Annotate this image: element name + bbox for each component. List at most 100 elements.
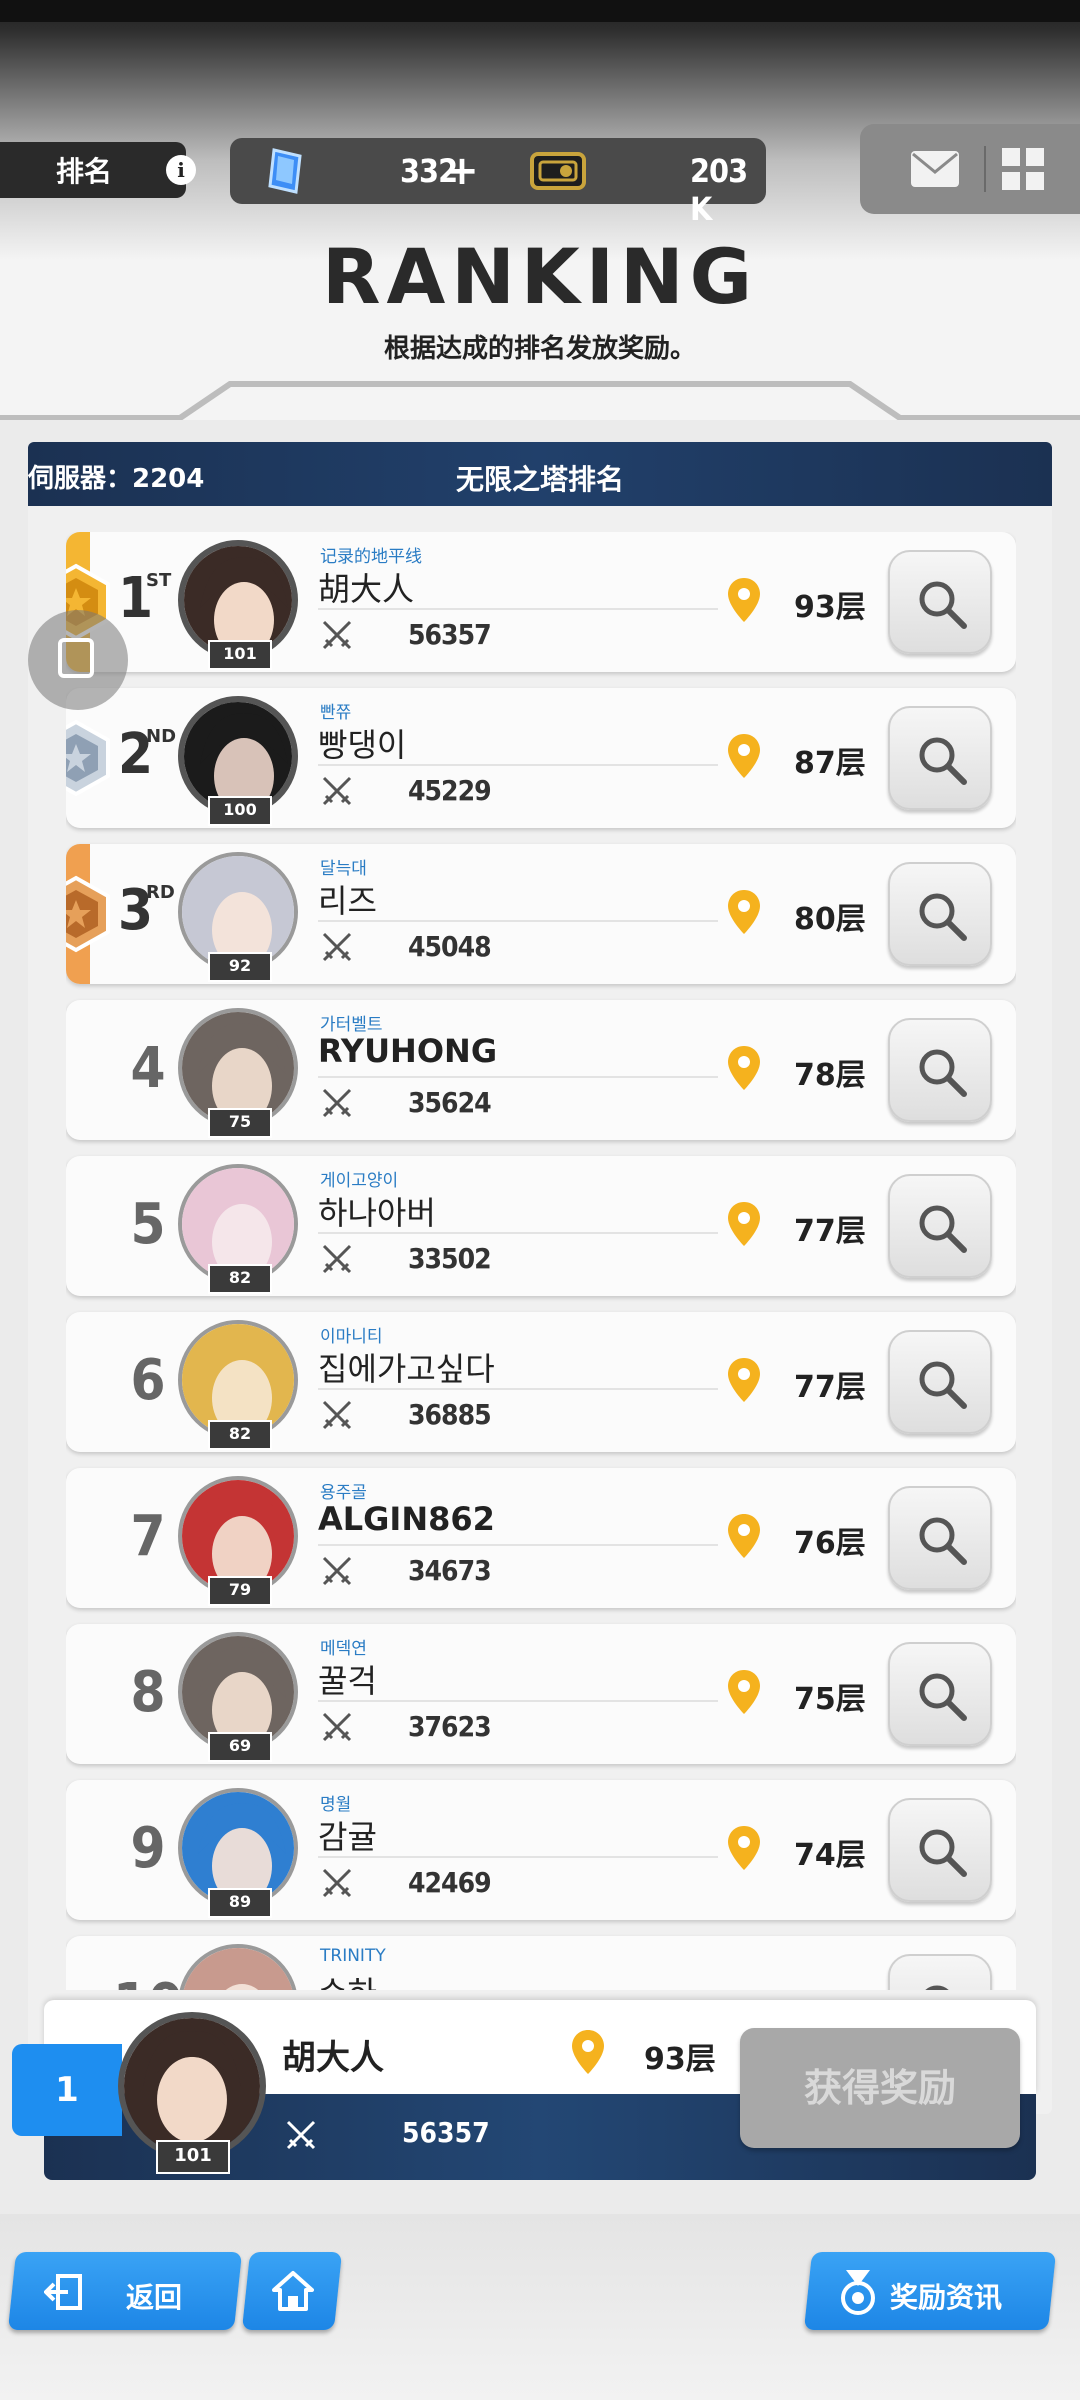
player-name: 꿀걱 xyxy=(318,1662,377,1700)
view-player-button[interactable] xyxy=(888,862,992,966)
rank-number: 5 xyxy=(130,1192,166,1257)
floor-reached: 77层 xyxy=(794,1370,866,1405)
crossed-swords-icon xyxy=(322,1088,352,1118)
ranking-list[interactable]: 1 ST 101 记录的地平线 胡大人 56357 93层 2 ND 100 빤쮸 빵댕이 45229 8… xyxy=(66,532,1016,1990)
location-pin-icon xyxy=(728,1046,760,1090)
rank-number: 9 xyxy=(130,1816,166,1881)
gold-amount: 203 K xyxy=(690,152,748,228)
rank-number: 6 xyxy=(130,1348,166,1413)
rank-number: 10 xyxy=(108,1972,188,1990)
floor-reached: 75层 xyxy=(794,1682,866,1717)
reward-info-label: 奖励资讯 xyxy=(890,2281,1003,2314)
location-pin-icon xyxy=(728,734,760,778)
floor-reached: 77层 xyxy=(794,1214,866,1249)
mail-icon[interactable] xyxy=(910,150,960,188)
divider xyxy=(318,1232,718,1234)
crossed-swords-icon xyxy=(286,2120,316,2150)
grid-icon[interactable] xyxy=(1002,148,1044,190)
level-badge: 69 xyxy=(208,1732,272,1762)
location-pin-icon xyxy=(572,2030,604,2074)
player-name: 집에가고싶다 xyxy=(318,1350,495,1388)
view-player-button[interactable] xyxy=(888,706,992,810)
view-player-button[interactable] xyxy=(888,1798,992,1902)
divider xyxy=(318,1856,718,1858)
level-badge: 82 xyxy=(208,1420,272,1450)
combat-power: 56357 xyxy=(408,618,492,651)
window-icon xyxy=(58,638,94,678)
ranking-row: 6 82 이마니티 집에가고싶다 36885 77层 xyxy=(66,1312,1016,1452)
divider xyxy=(318,1700,718,1702)
ranking-row: 4 75 가터벨트 RYUHONG 35624 78层 xyxy=(66,1000,1016,1140)
exit-icon xyxy=(44,2274,82,2310)
magnifier-icon xyxy=(919,581,967,629)
panel-header: 伺服器：2204 无限之塔排名 xyxy=(28,442,1052,506)
rank-suffix: RD xyxy=(146,882,175,903)
view-player-button[interactable] xyxy=(888,1486,992,1590)
crossed-swords-icon xyxy=(322,1712,352,1742)
crossed-swords-icon xyxy=(322,1868,352,1898)
crossed-swords-icon xyxy=(322,1556,352,1586)
page-title-tag: 排名 xyxy=(0,142,186,198)
page-title: 排名 xyxy=(56,155,113,188)
ranking-row: 3 RD 92 달늑대 리즈 45048 80层 xyxy=(66,844,1016,984)
divider xyxy=(318,920,718,922)
claim-reward-button[interactable]: 获得奖励 xyxy=(740,2028,1020,2148)
ranking-row: 5 82 게이고양이 하나아버 33502 77层 xyxy=(66,1156,1016,1296)
view-player-button[interactable] xyxy=(888,1642,992,1746)
location-pin-icon xyxy=(728,1826,760,1870)
ranking-row: 9 89 명월 감귤 42469 74层 xyxy=(66,1780,1016,1920)
level-badge: 92 xyxy=(208,952,272,982)
ranking-banner-title: RANKING xyxy=(321,232,759,321)
my-level-badge: 101 xyxy=(156,2140,230,2174)
combat-power: 34673 xyxy=(408,1554,492,1587)
level-badge: 100 xyxy=(208,796,272,826)
floor-reached: 93层 xyxy=(794,590,866,625)
divider xyxy=(318,1076,718,1078)
rank-number: 8 xyxy=(130,1660,166,1725)
divider xyxy=(318,764,718,766)
ranking-row: 7 79 용주골 ALGIN862 34673 76层 xyxy=(66,1468,1016,1608)
my-rank-number: 1 xyxy=(12,2044,122,2136)
my-floor: 93层 xyxy=(644,2042,716,2077)
magnifier-icon xyxy=(919,1205,967,1253)
location-pin-icon xyxy=(728,1358,760,1402)
medal-icon xyxy=(841,2270,875,2315)
view-player-button[interactable] xyxy=(888,550,992,654)
back-label: 返回 xyxy=(126,2281,183,2314)
view-player-button[interactable] xyxy=(888,1174,992,1278)
crossed-swords-icon xyxy=(322,1400,352,1430)
status-strip xyxy=(0,0,1080,22)
combat-power: 45229 xyxy=(408,774,492,807)
floor-reached: 76层 xyxy=(794,1526,866,1561)
divider xyxy=(984,146,986,192)
player-name: 감귤 xyxy=(318,1818,377,1856)
floating-window-toggle[interactable] xyxy=(28,610,128,710)
crossed-swords-icon xyxy=(322,932,352,962)
add-crystal-button[interactable]: + xyxy=(442,148,482,194)
view-player-button[interactable] xyxy=(888,1018,992,1122)
info-icon[interactable]: i xyxy=(166,155,196,185)
location-pin-icon xyxy=(728,578,760,622)
magnifier-icon xyxy=(919,1517,967,1565)
ranking-row: 8 69 메덱연 꿀걱 37623 75层 xyxy=(66,1624,1016,1764)
location-pin-icon xyxy=(728,1202,760,1246)
top-right-actions xyxy=(860,124,1080,214)
currency-bar: 332 + 203 K xyxy=(230,138,766,228)
crystal-icon xyxy=(268,148,302,194)
guild-name: TRINITY xyxy=(320,1946,386,1966)
my-avatar xyxy=(118,2012,266,2160)
magnifier-icon xyxy=(925,1985,949,1990)
divider xyxy=(318,608,718,610)
location-pin-icon xyxy=(728,1670,760,1714)
my-player-name: 胡大人 xyxy=(282,2038,384,2078)
view-player-button[interactable] xyxy=(888,1330,992,1434)
view-player-button[interactable] xyxy=(888,1954,992,1990)
combat-power: 35624 xyxy=(408,1086,492,1119)
player-name: RYUHONG xyxy=(318,1032,498,1070)
combat-power: 36885 xyxy=(408,1398,492,1431)
level-badge: 82 xyxy=(208,1264,272,1294)
location-pin-icon xyxy=(728,1514,760,1558)
ranking-row: 2 ND 100 빤쮸 빵댕이 45229 87层 xyxy=(66,688,1016,828)
player-name: 빵댕이 xyxy=(318,726,407,764)
player-name: ALGIN862 xyxy=(318,1500,495,1538)
